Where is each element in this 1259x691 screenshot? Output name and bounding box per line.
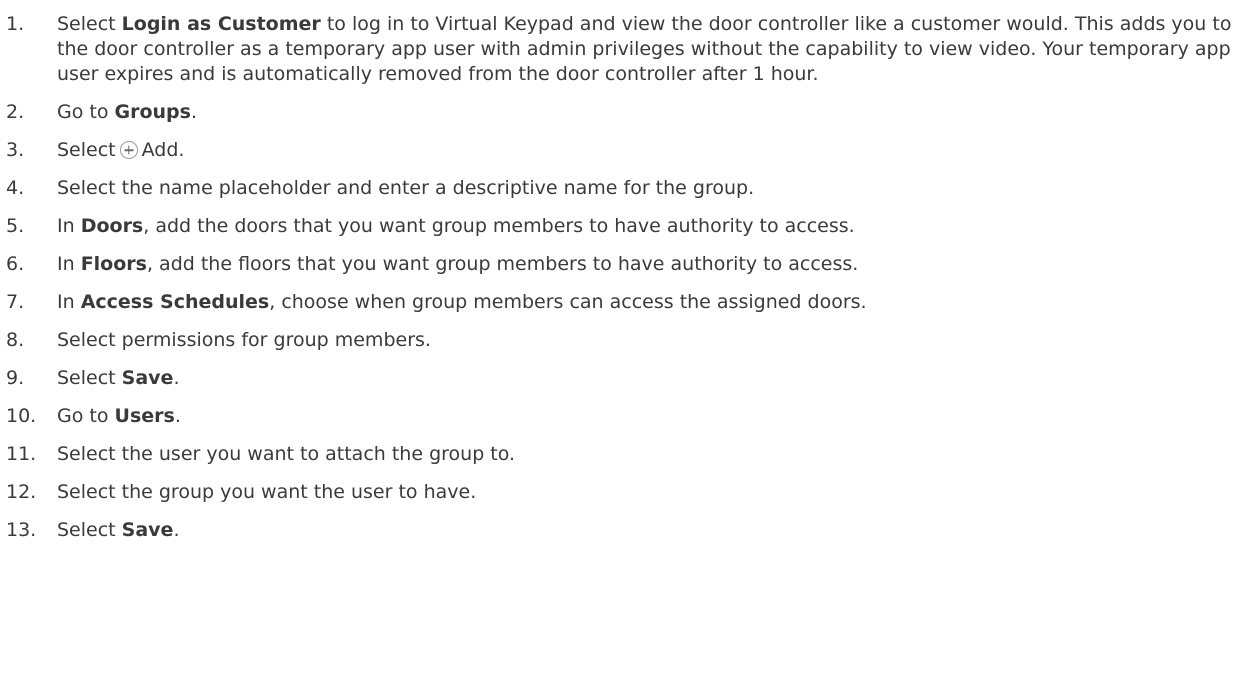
step-number: 5. xyxy=(6,215,25,237)
step-item: 13. Select Save. xyxy=(0,518,1259,543)
step-text: Go to Groups. xyxy=(57,101,197,123)
step-text: Select Save. xyxy=(57,367,179,389)
step-ui-term: Save xyxy=(121,367,174,389)
step-text: In Access Schedules, choose when group m… xyxy=(57,291,867,313)
step-number: 3. xyxy=(6,139,25,161)
step-text: In Floors, add the floors that you want … xyxy=(57,253,858,275)
step-text-segment: In xyxy=(57,253,81,275)
step-item: 5. In Doors, add the doors that you want … xyxy=(0,214,1259,239)
step-ui-term: Doors xyxy=(80,215,144,237)
step-item: 4. Select the name placeholder and enter … xyxy=(0,176,1259,201)
step-number: 1. xyxy=(6,13,25,35)
step-number: 10. xyxy=(6,405,37,427)
step-item: 9. Select Save. xyxy=(0,366,1259,391)
step-text-segment: Select the name placeholder and enter a … xyxy=(57,177,755,199)
step-text-segment: . xyxy=(174,405,181,427)
step-item: 10. Go to Users. xyxy=(0,404,1259,429)
step-text: In Doors, add the doors that you want gr… xyxy=(57,215,855,237)
step-ui-term: Floors xyxy=(80,253,147,275)
step-number: 7. xyxy=(6,291,25,313)
step-text: Select the name placeholder and enter a … xyxy=(57,177,754,199)
step-item: 12. Select the group you want the user to… xyxy=(0,480,1259,505)
step-item: 8. Select permissions for group members. xyxy=(0,328,1259,353)
step-text-segment: In xyxy=(57,215,81,237)
step-text: Select Add. xyxy=(57,139,184,161)
step-item: 3. Select Add. xyxy=(0,138,1259,163)
step-text: Select the group you want the user to ha… xyxy=(57,481,476,503)
step-number: 6. xyxy=(6,253,25,275)
step-ui-term: Login as Customer xyxy=(121,13,321,35)
step-text-segment: Add. xyxy=(141,139,185,161)
step-text: Select Save. xyxy=(57,519,179,541)
step-number: 11. xyxy=(6,443,37,465)
step-text-segment: , add the floors that you want group mem… xyxy=(146,253,859,275)
step-ui-term: Groups xyxy=(114,101,191,123)
step-text-segment: Select xyxy=(57,519,122,541)
step-number: 9. xyxy=(6,367,25,389)
step-text-segment: Go to xyxy=(57,101,115,123)
step-ui-term: Users xyxy=(114,405,175,427)
instruction-steps-list: 1. Select Login as Customer to log in to … xyxy=(0,12,1259,543)
step-text-segment: . xyxy=(173,367,180,389)
step-text-segment: , add the doors that you want group memb… xyxy=(143,215,855,237)
step-number: 13. xyxy=(6,519,37,541)
step-text-segment: Select xyxy=(57,13,122,35)
step-text-segment: Select xyxy=(57,367,122,389)
step-item: 7. In Access Schedules, choose when group… xyxy=(0,290,1259,315)
step-number: 4. xyxy=(6,177,25,199)
step-item: 1. Select Login as Customer to log in to … xyxy=(0,12,1259,87)
step-text-segment: Select the group you want the user to ha… xyxy=(57,481,477,503)
step-text: Go to Users. xyxy=(57,405,181,427)
add-circle-icon xyxy=(119,141,138,159)
step-text-segment: , choose when group members can access t… xyxy=(269,291,867,313)
step-text-segment: Select permissions for group members. xyxy=(57,329,431,351)
step-item: 11. Select the user you want to attach th… xyxy=(0,442,1259,467)
step-text: Select the user you want to attach the g… xyxy=(57,443,515,465)
step-text-segment: . xyxy=(173,519,180,541)
step-number: 12. xyxy=(6,481,37,503)
step-number: 8. xyxy=(6,329,25,351)
step-text-segment: Select xyxy=(57,139,116,161)
step-item: 6. In Floors, add the floors that you wan… xyxy=(0,252,1259,277)
step-item: 2. Go to Groups. xyxy=(0,100,1259,125)
step-ui-term: Save xyxy=(121,519,174,541)
step-text-segment: Select the user you want to attach the g… xyxy=(57,443,516,465)
step-ui-term: Access Schedules xyxy=(80,291,270,313)
step-number: 2. xyxy=(6,101,25,123)
step-text: Select permissions for group members. xyxy=(57,329,431,351)
step-text: Select Login as Customer to log in to Vi… xyxy=(57,13,1231,85)
step-text-segment: Go to xyxy=(57,405,115,427)
step-text-segment: . xyxy=(190,101,198,123)
step-text-segment: In xyxy=(57,291,81,313)
